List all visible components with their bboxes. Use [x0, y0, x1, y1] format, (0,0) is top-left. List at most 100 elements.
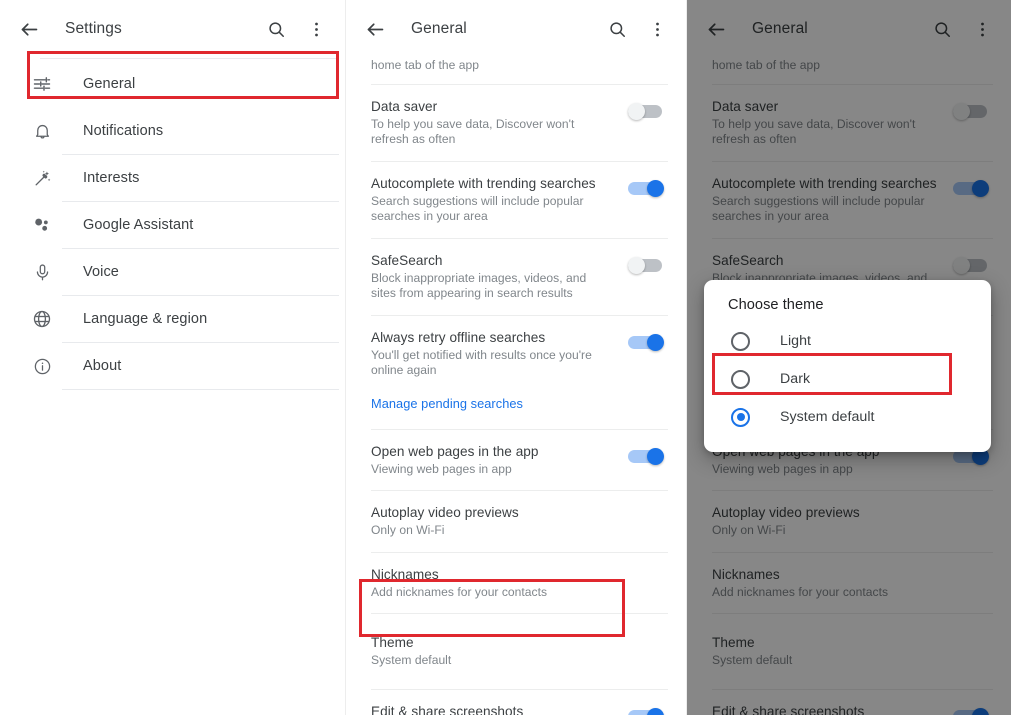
list-item-control [624, 443, 668, 465]
list-item-open-web-pages[interactable]: Open web pages in the app Viewing web pa… [346, 430, 686, 491]
microphone-icon [30, 260, 54, 284]
list-item-nicknames[interactable]: Nicknames Add nicknames for your contact… [687, 553, 1011, 614]
list-item-control [949, 252, 993, 274]
back-icon[interactable] [360, 14, 390, 44]
sidebar-item-language-region[interactable]: Language & region [0, 296, 345, 342]
list-item-always-retry-offline[interactable]: Always retry offline searches You'll get… [346, 316, 686, 392]
list-item-text: Autocomplete with trending searches Sear… [371, 175, 624, 225]
list-item-autocomplete-trending[interactable]: Autocomplete with trending searches Sear… [346, 162, 686, 238]
app-bar-middle: General [346, 0, 686, 58]
list-item-safesearch[interactable]: SafeSearch Block inappropriate images, v… [346, 239, 686, 315]
more-vert-icon[interactable] [301, 14, 331, 44]
list-item-partial[interactable]: home tab of the app [687, 58, 1011, 84]
radio-button-unselected[interactable] [731, 331, 750, 351]
sidebar-item-general[interactable]: General [0, 61, 345, 107]
more-vert-icon[interactable] [642, 14, 672, 44]
sidebar-item-notifications[interactable]: Notifications [0, 108, 345, 154]
screenshot-stage: Settings General Notifications Interests… [0, 0, 1024, 715]
list-item-subtitle: Viewing web pages in app [371, 461, 512, 476]
toggle-data-saver[interactable] [628, 102, 664, 120]
back-icon[interactable] [701, 14, 731, 44]
sidebar-item-interests[interactable]: Interests [0, 155, 345, 201]
toggle-safesearch[interactable] [953, 256, 989, 274]
list-item-title: SafeSearch [371, 252, 443, 268]
magic-wand-icon [30, 166, 54, 190]
page-title: Settings [65, 20, 122, 37]
settings-nav-list: General Notifications Interests Google A… [0, 59, 345, 390]
list-item-edit-share-screenshots[interactable]: Edit & share screenshots Easily edit and… [346, 690, 686, 715]
toggle-data-saver[interactable] [953, 102, 989, 120]
list-item-text: Autoplay video previews Only on Wi-Fi [712, 504, 993, 539]
list-item-title: Edit & share screenshots [712, 703, 865, 715]
list-item-text: Edit & share screenshots Easily edit and… [712, 703, 949, 715]
sidebar-item-label: Interests [83, 170, 140, 186]
list-item-subtitle: home tab of the app [712, 58, 820, 72]
list-item-subtitle: Add nicknames for your contacts [712, 584, 889, 599]
list-item-text: Data saver To help you save data, Discov… [371, 98, 624, 148]
list-item-title: Always retry offline searches [371, 329, 546, 345]
list-item-text: Nicknames Add nicknames for your contact… [371, 566, 668, 601]
list-item-title: Data saver [712, 98, 779, 114]
back-icon[interactable] [14, 14, 44, 44]
list-item-title: Data saver [371, 98, 438, 114]
list-item-nicknames[interactable]: Nicknames Add nicknames for your contact… [346, 553, 686, 614]
list-item-subtitle: To help you save data, Discover won't re… [712, 116, 916, 147]
search-icon[interactable] [602, 14, 632, 44]
toggle-always-retry-offline[interactable] [628, 333, 664, 351]
search-icon[interactable] [261, 14, 291, 44]
list-item-control [949, 175, 993, 197]
sidebar-item-voice[interactable]: Voice [0, 249, 345, 295]
list-item-subtitle: home tab of the app [371, 58, 479, 72]
list-item-control [624, 175, 668, 197]
manage-pending-searches-row: Manage pending searches [346, 392, 686, 429]
list-item-autocomplete-trending[interactable]: Autocomplete with trending searches Sear… [687, 162, 1011, 238]
toggle-open-web-pages[interactable] [628, 447, 664, 465]
sidebar-item-label: Voice [83, 264, 119, 280]
radio-option-light[interactable]: Light [704, 322, 991, 360]
list-item-text: Data saver To help you save data, Discov… [712, 98, 949, 148]
list-item-data-saver[interactable]: Data saver To help you save data, Discov… [346, 85, 686, 161]
list-item-theme[interactable]: Theme System default [687, 614, 1011, 689]
list-item-title: Theme [371, 635, 414, 650]
list-item-title: Open web pages in the app [371, 443, 539, 459]
list-item-text: Theme System default [712, 634, 993, 669]
radio-button-selected[interactable] [731, 407, 750, 427]
radio-button-unselected[interactable] [731, 369, 750, 389]
list-item-subtitle: Search suggestions will include popular … [712, 193, 925, 224]
list-item-data-saver[interactable]: Data saver To help you save data, Discov… [687, 85, 1011, 161]
sidebar-item-label: About [83, 358, 122, 374]
list-item-theme[interactable]: Theme System default [346, 614, 686, 689]
list-item-edit-share-screenshots[interactable]: Edit & share screenshots Easily edit and… [687, 690, 1011, 715]
list-item-text: Autoplay video previews Only on Wi-Fi [371, 504, 668, 539]
radio-option-dark[interactable]: Dark [704, 360, 991, 398]
sidebar-item-google-assistant[interactable]: Google Assistant [0, 202, 345, 248]
list-item-text: Edit & share screenshots Easily edit and… [371, 703, 624, 715]
search-icon[interactable] [927, 14, 957, 44]
radio-option-label: Dark [780, 371, 811, 387]
sidebar-item-about[interactable]: About [0, 343, 345, 389]
choose-theme-dialog: Choose theme Light Dark System default [704, 280, 991, 452]
toggle-edit-share-screenshots[interactable] [953, 707, 989, 715]
info-circle-icon [30, 354, 54, 378]
page-title: General [752, 20, 808, 37]
manage-pending-searches-link[interactable]: Manage pending searches [371, 396, 523, 411]
toggle-autocomplete-trending[interactable] [628, 179, 664, 197]
nav-divider [62, 389, 339, 390]
tune-sliders-icon [30, 72, 54, 96]
toggle-safesearch[interactable] [628, 256, 664, 274]
list-item-partial[interactable]: home tab of the app [346, 58, 686, 84]
settings-list-middle: home tab of the app Data saver To help y… [346, 58, 686, 715]
list-item-subtitle: Only on Wi-Fi [371, 523, 445, 537]
toggle-autocomplete-trending[interactable] [953, 179, 989, 197]
list-item-autoplay-video-previews[interactable]: Autoplay video previews Only on Wi-Fi [687, 491, 1011, 552]
more-vert-icon[interactable] [967, 14, 997, 44]
list-item-text: Theme System default [371, 634, 668, 669]
settings-panel-left: Settings General Notifications Interests… [0, 0, 345, 715]
list-item-control [624, 329, 668, 351]
list-item-autoplay-video-previews[interactable]: Autoplay video previews Only on Wi-Fi [346, 491, 686, 552]
page-title: General [411, 20, 467, 37]
radio-option-system-default[interactable]: System default [704, 398, 991, 436]
list-item-title: Autocomplete with trending searches [712, 175, 937, 191]
sidebar-item-label: General [83, 76, 136, 92]
toggle-edit-share-screenshots[interactable] [628, 707, 664, 715]
